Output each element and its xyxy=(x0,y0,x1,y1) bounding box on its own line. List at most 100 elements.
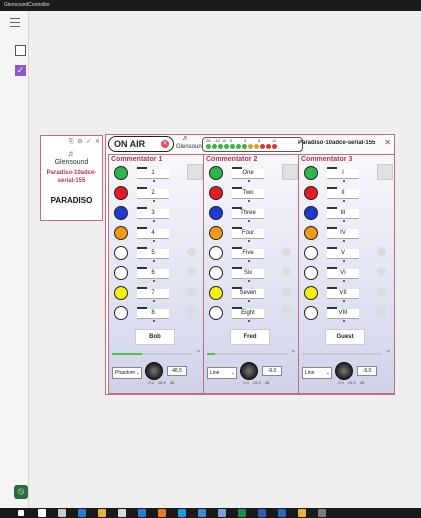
channel-color-button[interactable] xyxy=(209,166,223,180)
explorer-icon[interactable] xyxy=(298,509,306,517)
chevron-up-icon[interactable]: ⌃ xyxy=(385,349,392,358)
file-explorer-icon[interactable] xyxy=(98,509,106,517)
firefox-icon[interactable] xyxy=(158,509,166,517)
chevron-up-icon[interactable]: ⌃ xyxy=(195,349,202,358)
channel-color-button[interactable] xyxy=(114,306,128,320)
channel-circle-button[interactable] xyxy=(377,307,386,316)
glensound-logo-icon[interactable]: ⦸ xyxy=(14,485,28,499)
channel-color-button[interactable] xyxy=(114,246,128,260)
channel-color-button[interactable] xyxy=(304,306,318,320)
rail-checked-box[interactable]: ✓ xyxy=(15,65,26,76)
gain-value[interactable]: 48.5 xyxy=(167,366,187,376)
app-icon[interactable] xyxy=(198,509,206,517)
channel-square-button[interactable] xyxy=(282,164,298,180)
channel-color-button[interactable] xyxy=(209,306,223,320)
channel-label[interactable]: 2 xyxy=(137,189,169,199)
commentator-name-button[interactable]: Guest xyxy=(325,329,365,345)
ie-icon[interactable] xyxy=(178,509,186,517)
device-card[interactable]: ⎘ ⚙ ✓ ✕ ♬ Glensound Paradiso-10adce-seri… xyxy=(40,135,103,221)
gain-value[interactable]: -9.0 xyxy=(357,366,377,376)
channel-label[interactable]: Four xyxy=(232,229,264,239)
windows-icon[interactable] xyxy=(18,510,24,516)
source-select[interactable]: Line ⌄ xyxy=(207,367,237,379)
photos-icon[interactable] xyxy=(138,509,146,517)
search-icon[interactable] xyxy=(38,509,46,517)
channel-color-button[interactable] xyxy=(114,166,128,180)
channel-circle-button[interactable] xyxy=(187,287,196,296)
channel-label[interactable]: III xyxy=(327,209,359,219)
channel-label[interactable]: 7 xyxy=(137,289,169,299)
channel-label[interactable]: Two xyxy=(232,189,264,199)
channel-label[interactable]: 4 xyxy=(137,229,169,239)
channel-circle-button[interactable] xyxy=(187,307,196,316)
channel-label[interactable]: V xyxy=(327,249,359,259)
channel-circle-button[interactable] xyxy=(377,247,386,256)
channel-color-button[interactable] xyxy=(114,286,128,300)
channel-label[interactable]: VIII xyxy=(327,309,359,319)
close-circle-icon[interactable]: ✕ xyxy=(161,140,169,148)
channel-label[interactable]: II xyxy=(327,189,359,199)
channel-circle-button[interactable] xyxy=(282,247,291,256)
channel-label[interactable]: VI xyxy=(327,269,359,279)
channel-circle-button[interactable] xyxy=(377,267,386,276)
channel-label[interactable]: Seven xyxy=(232,289,264,299)
excel-icon[interactable] xyxy=(238,509,246,517)
channel-label[interactable]: I xyxy=(327,169,359,179)
channel-color-button[interactable] xyxy=(209,186,223,200)
close-icon[interactable]: ✕ xyxy=(95,139,100,145)
task-view-icon[interactable] xyxy=(58,509,66,517)
outlook-icon[interactable] xyxy=(278,509,286,517)
channel-square-button[interactable] xyxy=(187,164,203,180)
commentator-name-button[interactable]: Fred xyxy=(230,329,270,345)
level-slider[interactable] xyxy=(112,353,192,355)
check-icon[interactable]: ✓ xyxy=(86,139,91,145)
channel-color-button[interactable] xyxy=(304,226,318,240)
on-air-button[interactable]: ON AIR ✕ xyxy=(108,136,174,152)
channel-label[interactable]: Six xyxy=(232,269,264,279)
channel-square-button[interactable] xyxy=(377,164,393,180)
channel-circle-button[interactable] xyxy=(282,287,291,296)
channel-color-button[interactable] xyxy=(209,206,223,220)
gain-knob[interactable] xyxy=(335,362,353,380)
level-slider[interactable] xyxy=(302,353,382,355)
channel-label[interactable]: 6 xyxy=(137,269,169,279)
channel-color-button[interactable] xyxy=(304,266,318,280)
close-window-icon[interactable]: ✕ xyxy=(384,138,391,147)
level-slider[interactable] xyxy=(207,353,287,355)
channel-color-button[interactable] xyxy=(304,286,318,300)
channel-label[interactable]: VII xyxy=(327,289,359,299)
channel-label[interactable]: 8 xyxy=(137,309,169,319)
gain-knob[interactable] xyxy=(145,362,163,380)
edge-icon[interactable] xyxy=(78,509,86,517)
chevron-up-icon[interactable]: ⌃ xyxy=(290,349,297,358)
source-select[interactable]: Line ⌄ xyxy=(302,367,332,379)
channel-color-button[interactable] xyxy=(114,186,128,200)
channel-label[interactable]: 1 xyxy=(137,169,169,179)
channel-circle-button[interactable] xyxy=(187,247,196,256)
channel-color-button[interactable] xyxy=(304,206,318,220)
channel-color-button[interactable] xyxy=(304,166,318,180)
channel-color-button[interactable] xyxy=(209,266,223,280)
mail-icon[interactable] xyxy=(218,509,226,517)
channel-label[interactable]: IV xyxy=(327,229,359,239)
copy-icon[interactable]: ⎘ xyxy=(69,139,74,145)
channel-label[interactable]: Eight xyxy=(232,309,264,319)
channel-label[interactable]: Five xyxy=(232,249,264,259)
channel-label[interactable]: Three xyxy=(232,209,264,219)
store-icon[interactable] xyxy=(118,509,126,517)
channel-label[interactable]: One xyxy=(232,169,264,179)
channel-color-button[interactable] xyxy=(114,266,128,280)
gain-knob[interactable] xyxy=(240,362,258,380)
hamburger-menu-icon[interactable] xyxy=(10,18,20,27)
rail-unchecked-box[interactable] xyxy=(15,45,26,56)
settings-icon[interactable]: ⚙ xyxy=(77,139,82,145)
channel-color-button[interactable] xyxy=(209,226,223,240)
channel-circle-button[interactable] xyxy=(377,287,386,296)
word-icon[interactable] xyxy=(258,509,266,517)
channel-color-button[interactable] xyxy=(304,186,318,200)
channel-color-button[interactable] xyxy=(114,206,128,220)
channel-color-button[interactable] xyxy=(114,226,128,240)
source-select[interactable]: Phantom ⌄ xyxy=(112,367,142,379)
channel-color-button[interactable] xyxy=(304,246,318,260)
commentator-name-button[interactable]: Bob xyxy=(135,329,175,345)
